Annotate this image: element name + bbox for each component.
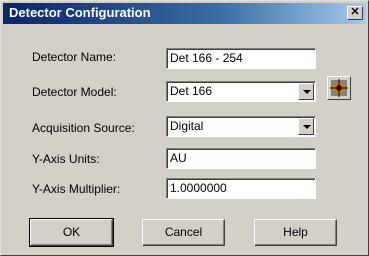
acquisition-source-value: Digital — [170, 119, 204, 133]
help-button[interactable]: Help — [254, 219, 337, 246]
detector-settings-icon — [330, 79, 348, 97]
detector-model-config-button[interactable] — [327, 76, 351, 100]
acquisition-source-select[interactable]: Digital — [166, 116, 316, 137]
detector-name-label: Detector Name: — [32, 50, 117, 64]
y-axis-units-input[interactable]: AU — [166, 148, 316, 169]
dialog-title: Detector Configuration — [9, 5, 151, 20]
chevron-down-icon[interactable] — [298, 83, 314, 100]
close-button[interactable]: ✕ — [347, 6, 363, 20]
acquisition-source-label: Acquisition Source: — [32, 121, 135, 135]
detector-model-value: Det 166 — [170, 84, 213, 98]
detector-model-select[interactable]: Det 166 — [166, 81, 316, 102]
chevron-down-icon[interactable] — [298, 118, 314, 135]
close-icon[interactable]: ✕ — [350, 6, 359, 18]
detector-name-input[interactable]: Det 166 - 254 — [166, 48, 316, 69]
y-axis-multiplier-input[interactable]: 1.0000000 — [166, 178, 316, 199]
y-axis-multiplier-label: Y-Axis Multiplier: — [32, 182, 121, 196]
detector-model-label: Detector Model: — [32, 85, 117, 99]
detector-configuration-dialog: Detector Configuration ✕ Detector Name: … — [0, 0, 369, 256]
ok-button[interactable]: OK — [29, 218, 114, 247]
cancel-button[interactable]: Cancel — [142, 219, 225, 246]
title-bar[interactable]: Detector Configuration ✕ — [3, 3, 366, 24]
y-axis-units-label: Y-Axis Units: — [32, 152, 100, 166]
